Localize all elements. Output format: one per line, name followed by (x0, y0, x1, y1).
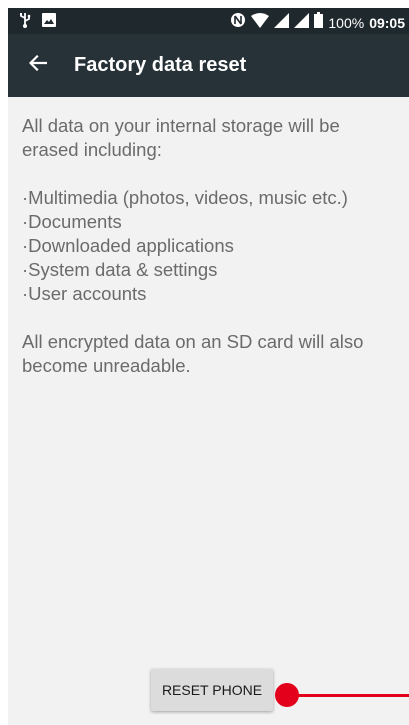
list-item: ·Multimedia (photos, videos, music etc.) (22, 187, 348, 208)
arrow-back-icon (28, 54, 48, 76)
nfc-icon (230, 12, 246, 33)
reset-description: All data on your internal storage will b… (8, 97, 409, 378)
list-item: ·System data & settings (22, 259, 218, 280)
intro-text: All data on your internal storage will b… (22, 115, 340, 160)
screen: 100% 09:05 Factory data reset All data o… (8, 8, 409, 725)
app-bar: Factory data reset (8, 34, 409, 97)
signal-icon (274, 12, 290, 33)
back-button[interactable] (8, 34, 64, 97)
battery-percent: 100% (328, 14, 365, 31)
battery-icon (314, 12, 324, 33)
status-bar: 100% 09:05 (8, 8, 409, 34)
reset-phone-button[interactable]: RESET PHONE (151, 669, 273, 711)
wifi-icon (251, 12, 270, 33)
clock: 09:05 (369, 14, 405, 31)
signal-icon (294, 12, 310, 33)
list-item: ·User accounts (22, 283, 147, 304)
erase-list: ·Multimedia (photos, videos, music etc.)… (22, 186, 395, 306)
image-icon (42, 13, 56, 32)
page-title: Factory data reset (74, 54, 247, 76)
list-item: ·Documents (22, 211, 122, 232)
sd-card-note: All encrypted data on an SD card will al… (22, 331, 364, 376)
touch-indicator (275, 683, 299, 707)
list-item: ·Downloaded applications (22, 235, 234, 256)
usb-icon (18, 12, 32, 33)
touch-trail (291, 694, 409, 697)
